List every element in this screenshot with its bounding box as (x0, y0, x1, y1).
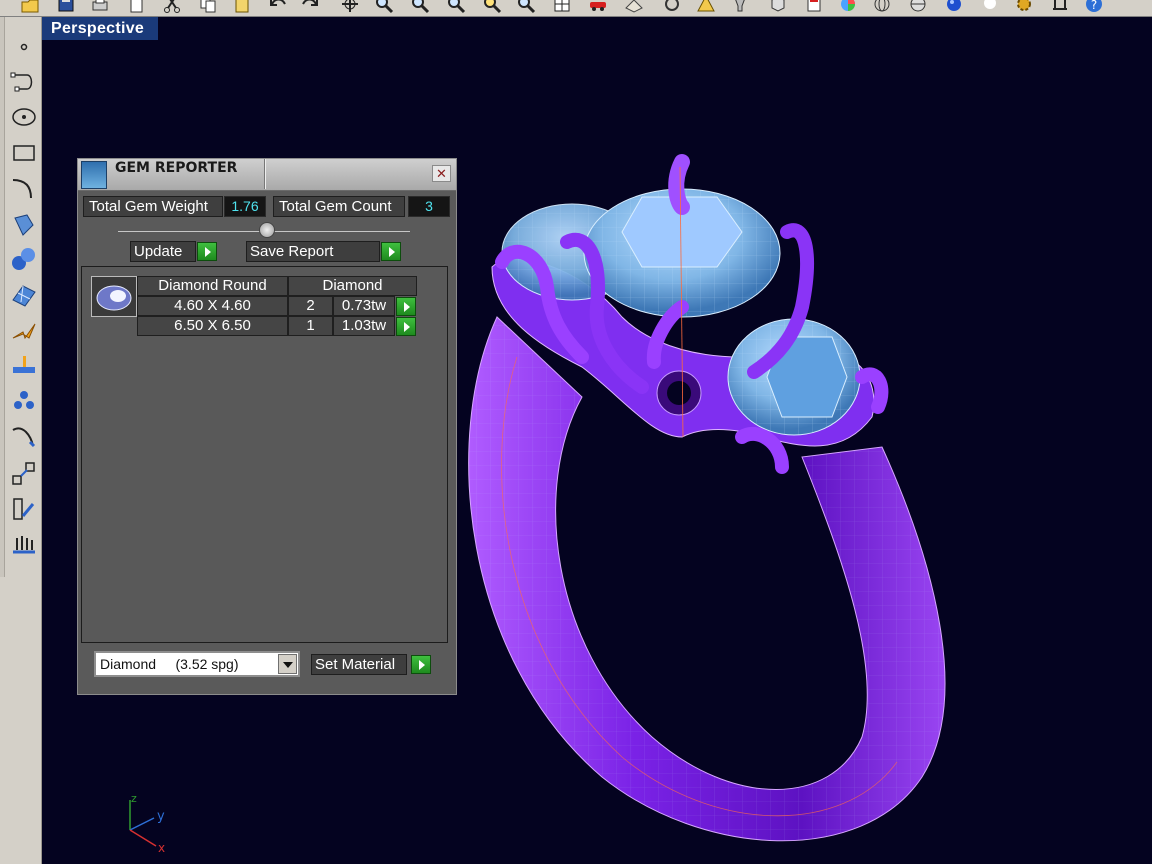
cut-icon[interactable] (162, 0, 182, 14)
viewport-title[interactable]: Perspective (42, 17, 158, 40)
arc-icon[interactable] (8, 173, 40, 205)
gem-reporter-logo-icon (81, 161, 107, 189)
rectangle-icon[interactable] (8, 137, 40, 169)
gem-shape-header: Diamond Round (137, 276, 288, 296)
zoom-icon[interactable] (374, 0, 394, 14)
surface-icon[interactable] (8, 209, 40, 241)
render-sphere-icon[interactable] (944, 0, 964, 14)
gem-type-header: Diamond (288, 276, 417, 296)
grid-icon[interactable] (624, 0, 644, 14)
polyline-icon[interactable] (8, 66, 40, 98)
warning-icon[interactable] (696, 0, 716, 14)
gem-row-select-icon[interactable] (396, 297, 416, 316)
analyze-icon[interactable] (8, 493, 40, 525)
gem-reporter-titlebar[interactable]: GEM REPORTER ✕ (78, 159, 456, 191)
light-bulb-icon[interactable] (980, 0, 1000, 14)
properties-icon[interactable] (768, 0, 788, 14)
dimension-tool-icon[interactable] (8, 349, 40, 381)
zoom-selected-icon[interactable] (482, 0, 502, 14)
diamond-round-thumbnail[interactable] (91, 276, 137, 317)
left-toolbar (0, 17, 42, 864)
gem-array-icon[interactable] (8, 385, 40, 417)
dimension-icon[interactable] (1050, 0, 1070, 14)
gear-icon[interactable] (1014, 0, 1034, 14)
svg-text:?: ? (1091, 0, 1097, 12)
gem-row-select-icon[interactable] (396, 317, 416, 336)
gem-reporter-panel: GEM REPORTER ✕ Total Gem Weight 1.76 Tot… (77, 158, 457, 695)
wireframe-sphere-icon[interactable] (872, 0, 892, 14)
save-icon[interactable] (56, 0, 76, 14)
spheres-icon[interactable] (8, 243, 40, 275)
help-icon[interactable]: ? (1084, 0, 1104, 14)
close-icon[interactable]: ✕ (432, 165, 451, 182)
total-gem-count-value: 3 (408, 196, 450, 217)
gem-row-size: 6.50 X 6.50 (137, 316, 288, 336)
save-report-button[interactable]: Save Report (246, 241, 380, 262)
axis-y-label: y (157, 809, 165, 824)
gem-row-size: 4.60 X 4.60 (137, 296, 288, 316)
pan-icon[interactable] (340, 0, 360, 14)
total-gem-count-label: Total Gem Count (273, 196, 405, 217)
update-button[interactable]: Update (130, 241, 196, 262)
axis-triad: z y x (129, 792, 165, 855)
render-tool-icon[interactable] (8, 527, 40, 559)
print-icon[interactable] (90, 0, 110, 14)
axis-z-label: z (131, 792, 137, 805)
paste-icon[interactable] (232, 0, 252, 14)
top-toolbar: ? (0, 0, 1152, 17)
car-icon[interactable] (588, 0, 608, 14)
chevron-down-icon[interactable] (278, 654, 297, 674)
collapse-toggle[interactable] (259, 222, 275, 238)
snap-icon[interactable] (662, 0, 682, 14)
titlebar-divider (264, 159, 266, 189)
curve-tool-icon[interactable] (8, 421, 40, 453)
undo-icon[interactable] (268, 0, 288, 14)
save-report-go-icon[interactable] (381, 242, 401, 261)
redo-icon[interactable] (300, 0, 320, 14)
gem-list: Diamond Round Diamond 4.60 X 4.60 2 0.73… (81, 266, 448, 643)
material-select[interactable]: Diamond (3.52 spg) (94, 651, 300, 677)
point-icon[interactable] (8, 31, 40, 63)
viewport-layout-icon[interactable] (552, 0, 572, 14)
light-icon[interactable] (730, 0, 750, 14)
gem-reporter-title: GEM REPORTER (115, 160, 238, 176)
transform-icon[interactable] (8, 457, 40, 489)
boolean-icon[interactable] (8, 315, 40, 347)
color-wheel-icon[interactable] (838, 0, 858, 14)
zoom-extents-icon[interactable] (446, 0, 466, 14)
axis-x-label: x (158, 841, 165, 855)
gem-row-count: 2 (288, 296, 333, 316)
set-material-go-icon[interactable] (411, 655, 431, 674)
gem-row-weight: 0.73tw (333, 296, 395, 316)
new-document-icon[interactable] (126, 0, 146, 14)
zoom-window-icon[interactable] (410, 0, 430, 14)
gem-row-weight: 1.03tw (333, 316, 395, 336)
shaded-icon[interactable] (908, 0, 928, 14)
circle-icon[interactable] (8, 101, 40, 133)
mesh-icon[interactable] (8, 279, 40, 311)
open-folder-icon[interactable] (20, 0, 40, 14)
material-icon[interactable] (804, 0, 824, 14)
total-gem-weight-value: 1.76 (224, 196, 266, 217)
gem-row-count: 1 (288, 316, 333, 336)
set-material-button[interactable]: Set Material (311, 654, 407, 675)
material-select-value: Diamond (3.52 spg) (100, 656, 239, 672)
total-gem-weight-label: Total Gem Weight (83, 196, 223, 217)
zoom-all-icon[interactable] (516, 0, 536, 14)
update-go-icon[interactable] (197, 242, 217, 261)
copy-icon[interactable] (198, 0, 218, 14)
